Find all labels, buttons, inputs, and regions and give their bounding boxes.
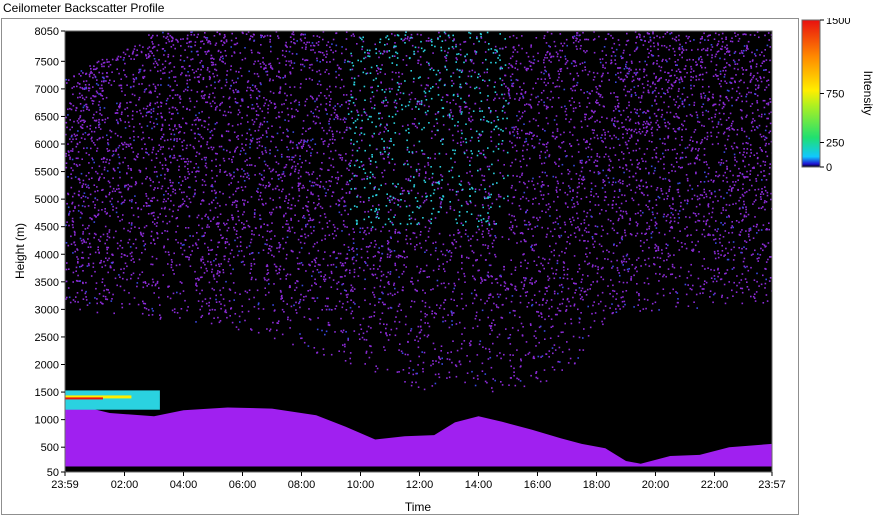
y-tick-label: 5000 [35, 194, 59, 206]
colorbar-tick-label: 250 [826, 138, 844, 150]
y-axis: 50 500 1000 1500 2000 2500 3000 3500 4000 4500 500… [35, 26, 65, 479]
x-tick-label: 08:00 [288, 479, 316, 491]
y-tick-label: 5500 [35, 167, 59, 179]
x-tick-label: 10:00 [347, 479, 375, 491]
y-tick-label: 3500 [35, 277, 59, 289]
x-tick-label: 22:00 [701, 479, 729, 491]
surface-band [65, 466, 772, 472]
y-tick-label: 1000 [35, 415, 59, 427]
x-tick-label: 23:59 [51, 479, 79, 491]
colorbar-label: Intensity [861, 71, 875, 116]
colorbar-ramp [801, 19, 821, 168]
y-tick-label: 4000 [35, 249, 59, 261]
plot-area[interactable] [65, 31, 774, 472]
y-tick-label: 4500 [35, 222, 59, 234]
colorbar: 0 250 750 1500 Intensity [801, 18, 875, 174]
y-tick-label: 7500 [35, 56, 59, 68]
x-axis: 23:59 02:00 04:00 06:00 08:00 10:00 12:00 14:00… [51, 472, 786, 491]
chart-panel: 50 500 1000 1500 2000 2500 3000 3500 4000 4500 500… [1, 18, 799, 515]
x-axis-title: Time [405, 500, 432, 514]
colorbar-tick-label: 1500 [826, 18, 850, 27]
x-tick-label: 12:00 [406, 479, 434, 491]
y-tick-label: 50 [47, 467, 59, 479]
x-tick-label: 14:00 [465, 479, 493, 491]
strong-layer-peak [65, 397, 103, 400]
y-tick-label: 6500 [35, 111, 59, 123]
y-tick-label: 1500 [35, 387, 59, 399]
plot-background [65, 31, 772, 472]
x-tick-label: 16:00 [524, 479, 552, 491]
y-tick-label: 500 [41, 442, 59, 454]
x-tick-label: 06:00 [229, 479, 257, 491]
x-tick-label: 04:00 [170, 479, 198, 491]
y-tick-label: 2000 [35, 360, 59, 372]
colorbar-tick-label: 750 [826, 89, 844, 101]
strong-layer [65, 390, 160, 410]
y-tick-label: 2500 [35, 332, 59, 344]
x-tick-label: 18:00 [583, 479, 611, 491]
x-tick-label: 20:00 [642, 479, 670, 491]
y-axis-title: Height (m) [13, 223, 27, 279]
y-tick-label: 6000 [35, 139, 59, 151]
window-title: Ceilometer Backscatter Profile [3, 1, 165, 15]
x-tick-label: 02:00 [111, 479, 139, 491]
backscatter-chart[interactable]: 50 500 1000 1500 2000 2500 3000 3500 4000 4500 500… [2, 19, 798, 514]
colorbar-tick-label: 0 [826, 162, 832, 174]
y-tick-label: 3000 [35, 304, 59, 316]
y-tick-label: 8050 [35, 26, 59, 38]
x-tick-label: 23:57 [758, 479, 786, 491]
y-tick-label: 7000 [35, 84, 59, 96]
